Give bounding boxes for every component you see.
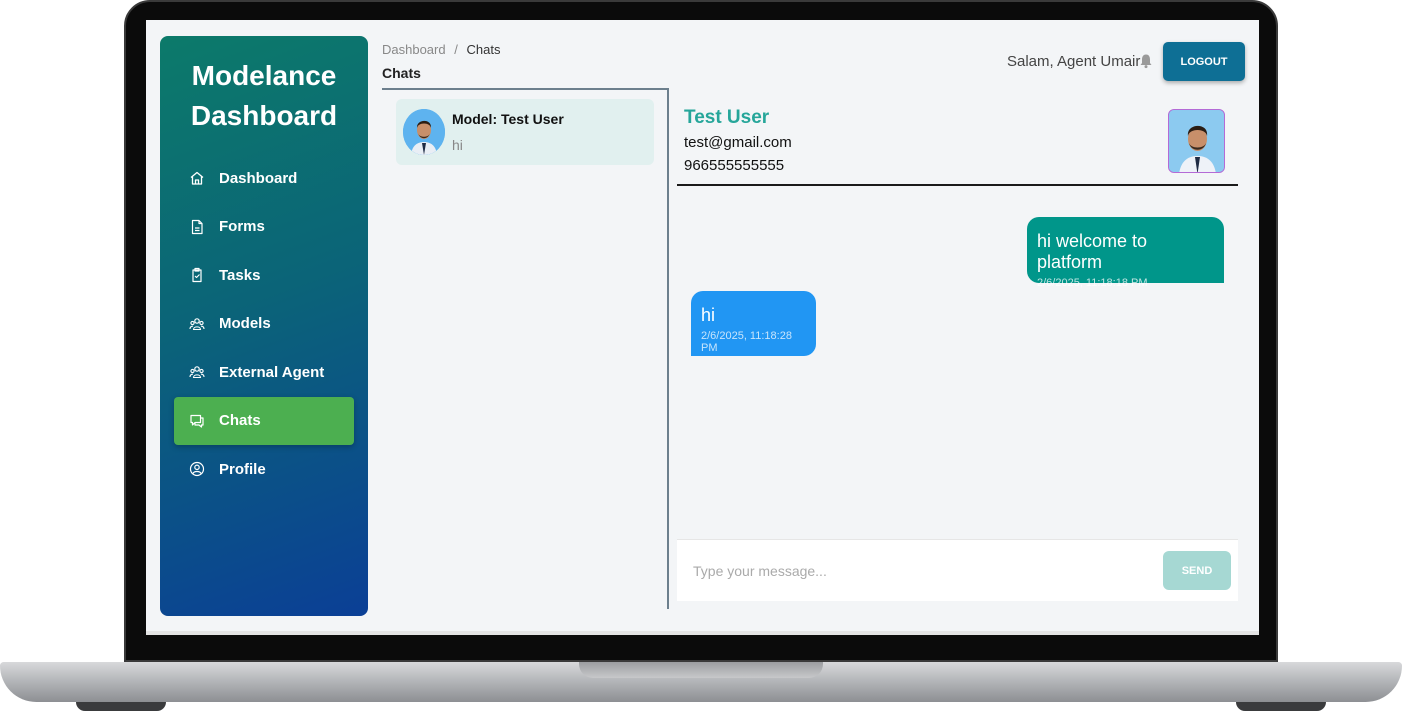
brand-title: Modelance Dashboard [160, 56, 368, 136]
chat-icon [188, 412, 206, 430]
users-icon [188, 363, 206, 381]
sidebar-item-tasks[interactable]: Tasks [174, 251, 354, 299]
breadcrumb-current: Chats [466, 42, 501, 57]
brand-line-2: Dashboard [190, 100, 338, 131]
home-icon [188, 169, 206, 187]
sidebar-item-label: Profile [219, 460, 266, 478]
greeting-text: Salam, Agent Umair [1007, 53, 1141, 70]
sidebar-item-label: Tasks [219, 266, 261, 284]
breadcrumb-root[interactable]: Dashboard [382, 42, 446, 57]
sidebar-item-profile[interactable]: Profile [174, 445, 354, 493]
message-bubble-outgoing: hi welcome to platform 2/6/2025, 11:18:1… [1027, 217, 1224, 289]
clipboard-icon [188, 266, 206, 284]
chat-list-item[interactable]: Model: Test User hi [396, 99, 654, 165]
message-text: hi [701, 305, 716, 325]
sidebar-item-dashboard[interactable]: Dashboard [174, 154, 354, 202]
chat-item-name: Model: Test User [452, 111, 564, 127]
send-button[interactable]: SEND [1163, 551, 1231, 590]
file-icon [188, 218, 206, 236]
contact-phone: 966555555555 [684, 157, 785, 174]
laptop-notch [579, 662, 823, 678]
app-screen: Modelance Dashboard Dashboard Forms Task… [146, 20, 1259, 631]
sidebar-item-label: Chats [219, 412, 261, 429]
brand-line-1: Modelance [191, 60, 337, 91]
sidebar-item-forms[interactable]: Forms [174, 203, 354, 251]
sidebar-item-models[interactable]: Models [174, 300, 354, 348]
conversation-header: Test User test@gmail.com 966555555555 [677, 100, 1238, 186]
contact-avatar [1168, 109, 1225, 173]
users-icon [188, 315, 206, 333]
avatar [403, 109, 445, 155]
breadcrumb: Dashboard / Chats [382, 42, 500, 57]
user-circle-icon [188, 460, 206, 478]
chat-item-preview: hi [452, 137, 463, 153]
logout-button[interactable]: LOGOUT [1163, 42, 1245, 81]
message-text: hi welcome to platform [1037, 231, 1148, 272]
contact-email: test@gmail.com [684, 134, 792, 151]
message-composer: SEND [677, 539, 1238, 601]
sidebar-item-chats[interactable]: Chats [174, 396, 354, 445]
sidebar-item-label: External Agent [219, 363, 325, 381]
chat-list: Model: Test User hi [382, 88, 669, 609]
sidebar-item-label: Forms [219, 218, 265, 235]
message-timestamp: 2/6/2025, 11:18:18 PM [1037, 277, 1148, 289]
sidebar-item-label: Models [219, 315, 271, 332]
sidebar-item-external-agent[interactable]: External Agent [174, 348, 354, 396]
message-bubble-incoming: hi 2/6/2025, 11:18:28 PM [691, 291, 816, 356]
laptop-foot-left [76, 702, 166, 711]
page-title: Chats [382, 65, 421, 81]
sidebar-item-label: Dashboard [219, 169, 298, 187]
bell-icon[interactable] [1138, 53, 1154, 69]
contact-name: Test User [684, 107, 770, 128]
screen-bottom-edge [146, 631, 1259, 635]
breadcrumb-separator: / [454, 42, 458, 57]
laptop-foot-right [1236, 702, 1326, 711]
sidebar-nav: Dashboard Forms Tasks Models External Ag… [174, 154, 354, 494]
sidebar: Modelance Dashboard Dashboard Forms Task… [160, 36, 368, 616]
message-input[interactable] [683, 545, 1157, 595]
message-timestamp: 2/6/2025, 11:18:28 PM [701, 330, 792, 354]
